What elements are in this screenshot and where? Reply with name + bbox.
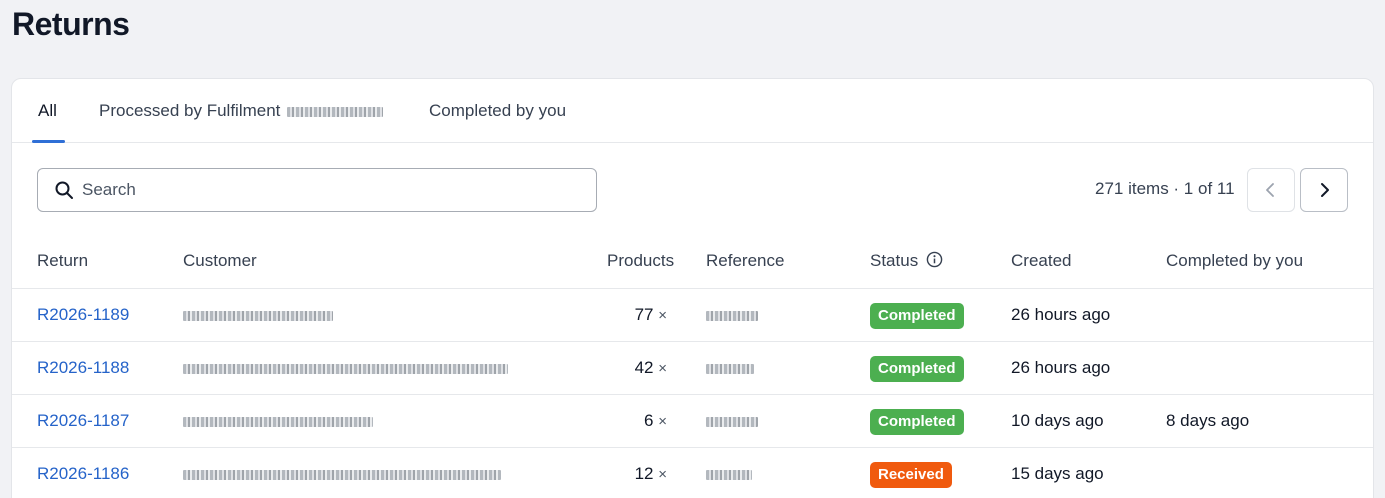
redacted-text	[287, 106, 384, 117]
customer-name-redacted	[183, 342, 508, 394]
created-time: 26 hours ago	[1011, 305, 1111, 324]
products-value: 77	[634, 305, 654, 324]
returns-card: All Processed by Fulfilment Completed by…	[11, 78, 1374, 498]
completed-by-you-time: 8 days ago	[1166, 411, 1250, 430]
times-symbol: ×	[658, 413, 667, 430]
pagination-summary: 271 items · 1 of 11	[1095, 179, 1235, 198]
reference-redacted	[706, 448, 752, 498]
tab-completed-by-you[interactable]: Completed by you	[429, 79, 566, 143]
products-count: 12 ×	[567, 448, 667, 498]
products-value: 6	[644, 411, 654, 430]
tab-label: Completed by you	[429, 101, 567, 120]
chevron-right-icon	[1321, 183, 1329, 197]
table-row[interactable]: R2026-1189 77 × Completed 26 hours ago	[12, 288, 1373, 341]
times-symbol: ×	[658, 466, 667, 483]
status-cell: Received	[870, 448, 952, 498]
reference-redacted	[706, 395, 758, 447]
column-header-products[interactable]: Products	[607, 251, 674, 271]
status-badge: Received	[870, 461, 952, 488]
customer-name-redacted	[183, 395, 373, 447]
created-time: 26 hours ago	[1011, 358, 1111, 377]
times-symbol: ×	[658, 307, 667, 324]
products-value: 12	[634, 464, 654, 483]
previous-page-button[interactable]	[1247, 168, 1295, 212]
status-cell: Completed	[870, 342, 964, 394]
created-time: 10 days ago	[1011, 411, 1104, 430]
table-row[interactable]: R2026-1187 6 × Completed 10 days ago 8 d…	[12, 394, 1373, 447]
created-time: 15 days ago	[1011, 464, 1104, 483]
column-header-created[interactable]: Created	[1011, 251, 1071, 271]
table-row[interactable]: R2026-1186 12 × Received 15 days ago	[12, 447, 1373, 498]
column-header-label: Status	[870, 251, 919, 270]
tab-all[interactable]: All	[32, 79, 65, 143]
return-link[interactable]: R2026-1187	[37, 395, 129, 447]
tab-bar: All Processed by Fulfilment Completed by…	[12, 79, 1373, 143]
status-badge: Completed	[870, 355, 964, 382]
products-count: 42 ×	[567, 342, 667, 394]
status-badge: Completed	[870, 302, 964, 329]
reference-redacted	[706, 289, 758, 341]
search-field[interactable]	[37, 168, 597, 212]
column-header-reference[interactable]: Reference	[706, 251, 784, 271]
return-link[interactable]: R2026-1189	[37, 289, 129, 341]
products-value: 42	[634, 358, 654, 377]
column-header-customer[interactable]: Customer	[183, 251, 257, 271]
column-header-status[interactable]: Status	[870, 251, 943, 271]
status-cell: Completed	[870, 289, 964, 341]
column-header-completed-by-you[interactable]: Completed by you	[1166, 251, 1303, 271]
status-badge: Completed	[870, 408, 964, 435]
search-input[interactable]	[82, 169, 582, 211]
table-row[interactable]: R2026-1188 42 × Completed 26 hours ago	[12, 341, 1373, 394]
products-count: 77 ×	[567, 289, 667, 341]
tab-label: All	[38, 101, 57, 120]
column-header-return[interactable]: Return	[37, 251, 88, 271]
products-count: 6 ×	[567, 395, 667, 447]
return-link[interactable]: R2026-1188	[37, 342, 129, 394]
return-link[interactable]: R2026-1186	[37, 448, 129, 498]
customer-name-redacted	[183, 289, 333, 341]
info-icon[interactable]	[926, 251, 943, 268]
reference-redacted	[706, 342, 754, 394]
chevron-left-icon	[1266, 183, 1274, 197]
next-page-button[interactable]	[1300, 168, 1348, 212]
page-title: Returns	[12, 6, 130, 42]
status-cell: Completed	[870, 395, 964, 447]
times-symbol: ×	[658, 360, 667, 377]
tab-processed-by-fulfilment[interactable]: Processed by Fulfilment	[99, 79, 384, 143]
customer-name-redacted	[183, 448, 501, 498]
tab-label: Processed by Fulfilment	[99, 101, 281, 120]
search-icon	[55, 181, 73, 199]
